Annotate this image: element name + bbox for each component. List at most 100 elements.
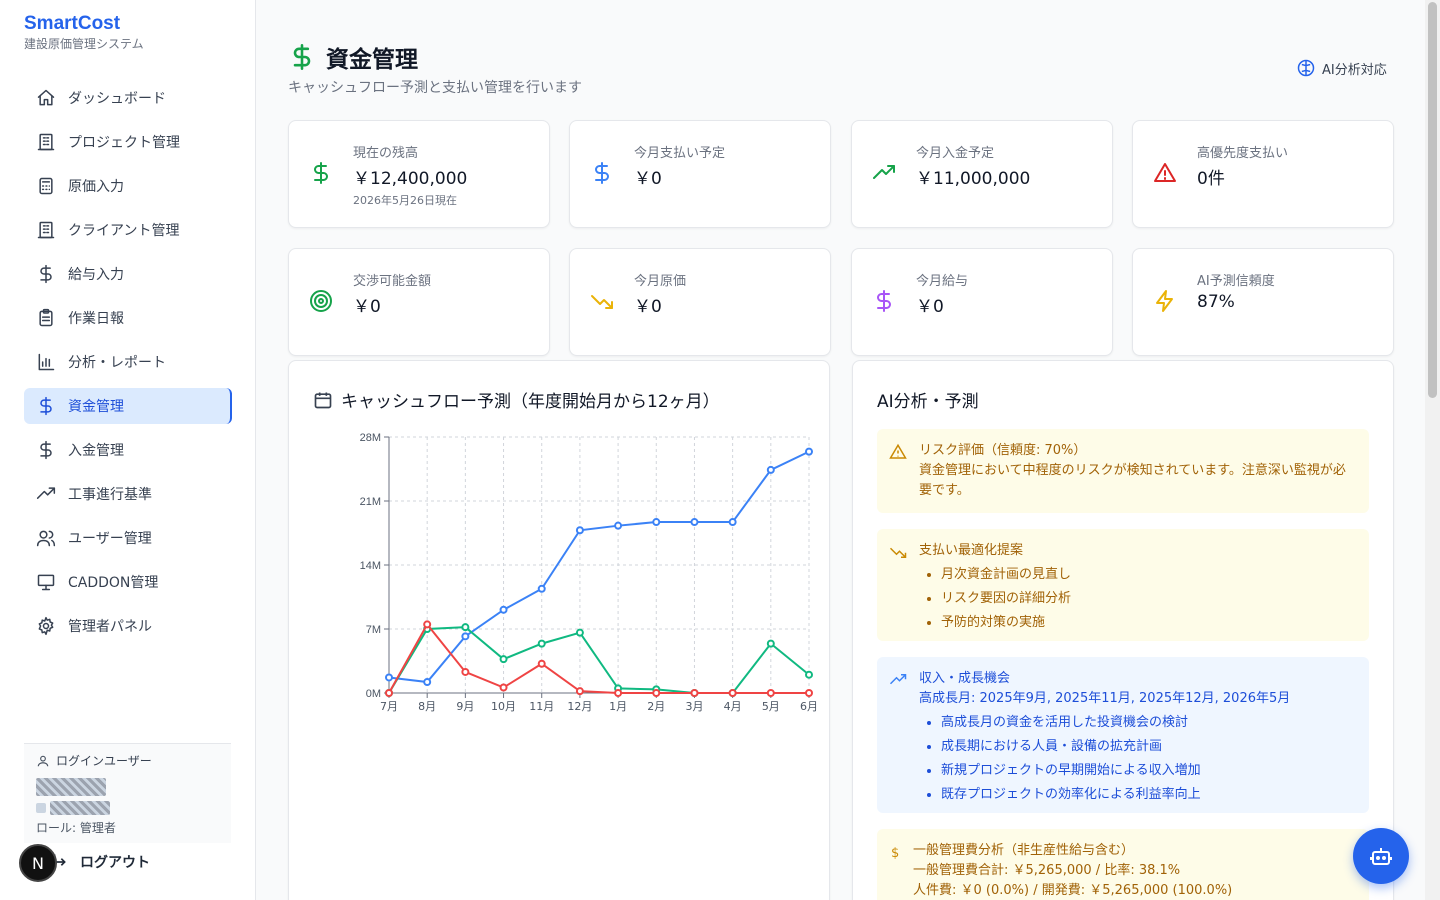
- avatar[interactable]: N: [19, 844, 57, 882]
- y-tick-label: 7M: [366, 624, 381, 636]
- brand-title: SmartCost: [24, 13, 121, 34]
- y-tick-label: 0M: [366, 688, 381, 700]
- sidebar-item-3[interactable]: クライアント管理: [24, 212, 232, 248]
- sidebar-item-4[interactable]: 給与入力: [24, 256, 232, 292]
- stat-label: 今月給与: [916, 274, 969, 289]
- sidebar-item-12[interactable]: 管理者パネル: [24, 608, 232, 644]
- data-point: [652, 518, 661, 527]
- dollar-icon: [314, 162, 328, 184]
- data-point: [614, 689, 623, 697]
- risk-title: リスク評価（信頼度: 70%）: [919, 443, 1087, 458]
- data-point: [499, 655, 508, 664]
- data-point: [499, 605, 508, 614]
- sidebar-item-label: 原価入力: [68, 179, 124, 195]
- overhead-insight: $ 一般管理費分析（非生産性給与含む） 一般管理費合計: ￥5,265,000 …: [877, 829, 1369, 900]
- stat-value: 87%: [1197, 292, 1235, 312]
- x-tick-label: 8月: [418, 700, 436, 713]
- ai-badge: AI分析対応: [1296, 58, 1387, 78]
- brand-subtitle: 建設原価管理システム: [24, 37, 144, 51]
- logout-button[interactable]: ログアウト: [48, 852, 150, 872]
- cashflow-chart[interactable]: 0M 7M 14M 21M 28M 7月 8月 9月 10月 11月 12月 1月 2月 3月 4月 5月 6月: [309, 421, 819, 721]
- data-point: [805, 689, 813, 697]
- sidebar-item-5[interactable]: 作業日報: [24, 300, 232, 336]
- list-item: 月次資金計画の見直し: [941, 563, 1357, 587]
- data-point: [575, 526, 584, 535]
- sidebar-item-label: ダッシュボード: [68, 91, 166, 107]
- ai-assistant-button[interactable]: [1353, 828, 1409, 884]
- sidebar-item-9[interactable]: 工事進行基準: [24, 476, 232, 512]
- stat-label: 現在の残高: [353, 146, 419, 161]
- lock-icon: [36, 803, 46, 813]
- sidebar-item-8[interactable]: 入金管理: [24, 432, 232, 468]
- stat-note: 2026年5月26日現在: [353, 194, 457, 207]
- stat-card: 今月給与 ￥0: [851, 248, 1113, 356]
- dollar-icon: [40, 264, 52, 284]
- user-role: ロール: 管理者: [36, 821, 116, 835]
- series-line-0: [388, 450, 810, 684]
- sidebar-item-label: クライアント管理: [68, 223, 180, 239]
- home-icon: [37, 89, 55, 106]
- overhead-line2: 人件費: ￥0 (0.0%) / 開発費: ￥5,265,000 (100.0%…: [913, 883, 1233, 898]
- stat-card: 今月入金予定 ￥11,000,000: [851, 120, 1113, 228]
- user-icon: [37, 755, 49, 766]
- y-tick-label: 28M: [360, 432, 381, 444]
- page-title: 資金管理: [326, 47, 418, 73]
- stat-label: 今月入金予定: [916, 146, 995, 161]
- stat-label: 今月支払い予定: [634, 146, 726, 161]
- stat-card: 高優先度支払い 0件: [1132, 120, 1394, 228]
- y-tick-label: 21M: [360, 496, 381, 508]
- alert-triangle-icon: [1154, 163, 1176, 182]
- data-point: [766, 689, 775, 697]
- logout-label: ログアウト: [80, 855, 150, 871]
- data-point: [575, 628, 584, 637]
- stat-label: 交渉可能金額: [353, 274, 432, 289]
- target-icon: [310, 290, 332, 312]
- data-point: [537, 659, 546, 668]
- data-point: [537, 584, 546, 593]
- sidebar-item-11[interactable]: CADDON管理: [24, 564, 232, 600]
- monitor-icon: [37, 574, 55, 591]
- x-tick-label: 12月: [567, 700, 592, 713]
- cashflow-chart-panel: キャッシュフロー予測（年度開始月から12ヶ月） 0M 7M 14M 21M 28M 7月 8…: [288, 360, 830, 900]
- optimize-insight: 支払い最適化提案 月次資金計画の見直しリスク要因の詳細分析予防的対策の実施: [877, 529, 1369, 641]
- stat-value: ￥12,400,000: [353, 169, 468, 189]
- sidebar-item-label: 管理者パネル: [68, 619, 152, 635]
- stat-value: 0件: [1197, 169, 1225, 189]
- ai-panel-title: AI分析・予測: [877, 392, 979, 412]
- sidebar-item-label: CADDON管理: [68, 575, 159, 591]
- data-point: [423, 678, 432, 687]
- sidebar-item-0[interactable]: ダッシュボード: [24, 80, 232, 116]
- scrollbar-thumb[interactable]: [1428, 2, 1437, 398]
- growth-text: 高成長月: 2025年9月, 2025年11月, 2025年12月, 2026年…: [919, 691, 1291, 706]
- page-subtitle: キャッシュフロー予測と支払い管理を行います: [288, 80, 582, 96]
- risk-insight: リスク評価（信頼度: 70%） 資金管理において中程度のリスクが検知されています…: [877, 429, 1369, 513]
- data-point: [728, 689, 737, 697]
- stat-value: ￥0: [634, 169, 662, 189]
- sidebar-item-7[interactable]: 資金管理: [24, 388, 232, 424]
- growth-list: 高成長月の資金を活用した投資機会の検討成長期における人員・設備の拡充計画新規プロ…: [919, 711, 1357, 807]
- dollar-icon: [40, 440, 52, 460]
- scrollbar[interactable]: [1425, 0, 1440, 900]
- list-item: リスク要因の詳細分析: [941, 587, 1357, 611]
- list-item: 新規プロジェクトの早期開始による収入増加: [941, 759, 1357, 783]
- data-point: [385, 673, 393, 682]
- sidebar-item-label: 作業日報: [68, 311, 124, 327]
- sidebar-item-6[interactable]: 分析・レポート: [24, 344, 232, 380]
- sidebar-item-1[interactable]: プロジェクト管理: [24, 124, 232, 160]
- stat-value: ￥0: [916, 297, 944, 317]
- dollar-icon: $: [891, 846, 900, 861]
- series-line-2: [388, 622, 809, 694]
- sidebar-item-2[interactable]: 原価入力: [24, 168, 232, 204]
- sidebar-item-10[interactable]: ユーザー管理: [24, 520, 232, 556]
- x-tick-label: 9月: [456, 700, 474, 713]
- trending-up-icon: [873, 165, 895, 179]
- brand[interactable]: SmartCost 建設原価管理システム: [24, 12, 144, 52]
- dollar-icon: [40, 396, 52, 416]
- data-point: [766, 639, 775, 648]
- sidebar-item-label: 入金管理: [68, 443, 124, 459]
- x-tick-label: 6月: [800, 700, 818, 713]
- data-point: [652, 689, 661, 697]
- stat-card: 交渉可能金額 ￥0: [288, 248, 550, 356]
- list-item: 予防的対策の実施: [941, 611, 1357, 635]
- x-tick-label: 10月: [491, 700, 516, 713]
